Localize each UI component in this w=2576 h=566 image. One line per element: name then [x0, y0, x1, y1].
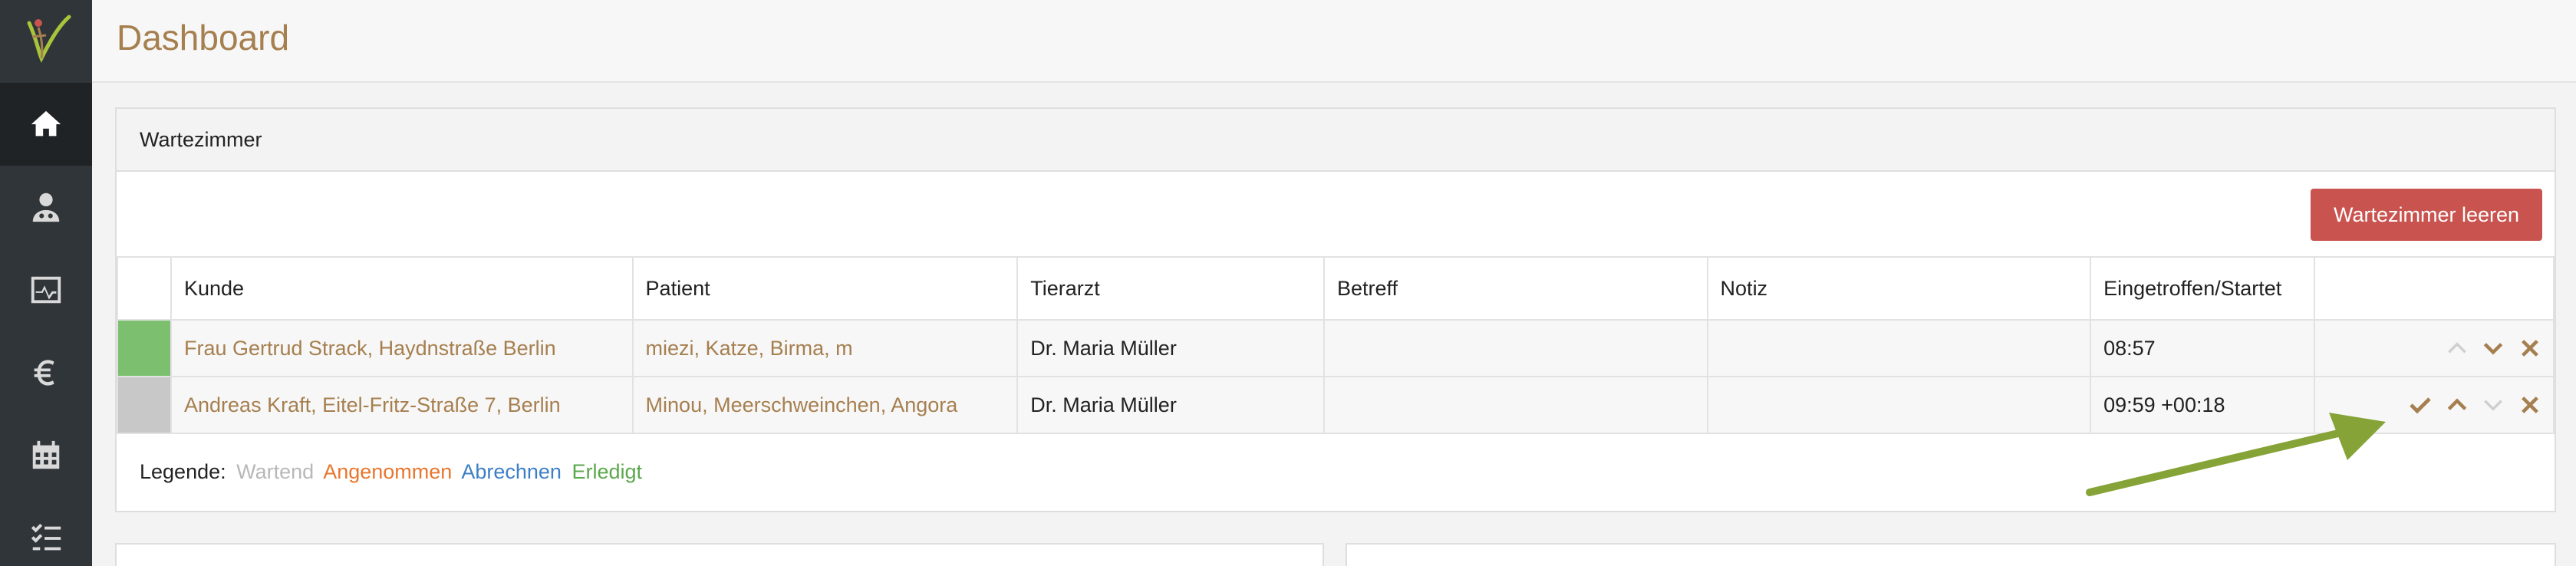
patient-link[interactable]: Minou, Meerschweinchen, Angora — [646, 393, 958, 416]
nav-tasks[interactable] — [0, 497, 92, 566]
chevron-up-icon — [2448, 342, 2466, 354]
legend-waiting: Wartend — [236, 460, 315, 483]
doctor-icon — [32, 193, 60, 222]
remove-button[interactable] — [2518, 336, 2542, 360]
column-header-arrival: Eingetroffen/Startet — [2090, 256, 2316, 321]
calendar-icon — [32, 440, 60, 469]
nav-doctor[interactable] — [0, 166, 92, 248]
status-indicator — [118, 377, 170, 433]
subject-cell — [1323, 319, 1708, 377]
logo-icon — [27, 15, 71, 63]
chevron-up-icon — [2447, 398, 2467, 411]
vet-cell: Dr. Maria Müller — [1016, 319, 1325, 377]
sidebar — [0, 0, 92, 566]
nav-calendar[interactable] — [0, 414, 92, 497]
legend-done: Erledigt — [572, 460, 642, 483]
close-icon — [2522, 397, 2538, 414]
clear-waiting-room-button[interactable]: Wartezimmer leeren — [2311, 189, 2542, 241]
column-header-vet: Tierarzt — [1016, 256, 1325, 321]
actions-cell — [2314, 319, 2555, 377]
accept-button[interactable] — [2408, 393, 2433, 417]
column-header-subject: Betreff — [1323, 256, 1708, 321]
move-up-button[interactable] — [2445, 393, 2469, 417]
note-cell — [1706, 376, 2092, 434]
legend-accepted: Angenommen — [323, 460, 453, 483]
nav-monitor[interactable] — [0, 248, 92, 331]
patient-cell: Minou, Meerschweinchen, Angora — [631, 376, 1019, 434]
check-icon — [2410, 397, 2432, 414]
move-down-button[interactable] — [2481, 393, 2505, 417]
arrival-time-cell: 09:59 +00:18 — [2090, 376, 2316, 434]
euro-icon — [34, 360, 54, 386]
customer-cell: Andreas Kraft, Eitel-Fritz-Straße 7, Ber… — [170, 376, 634, 434]
app-logo[interactable] — [0, 0, 92, 80]
customer-cell: Frau Gertrud Strack, Haydnstraße Berlin — [170, 319, 634, 377]
table-row: Andreas Kraft, Eitel-Fritz-Straße 7, Ber… — [117, 376, 2555, 434]
lower-panel-left — [115, 543, 1324, 566]
lower-panel-right — [1346, 543, 2556, 566]
customer-link[interactable]: Andreas Kraft, Eitel-Fritz-Straße 7, Ber… — [184, 393, 561, 416]
home-icon — [31, 110, 61, 137]
status-cell — [117, 319, 172, 377]
column-header-customer: Kunde — [170, 256, 634, 321]
waiting-room-table: Kunde Patient Tierarzt Betreff Notiz Ein… — [117, 256, 2555, 434]
panel-title: Wartezimmer — [117, 109, 2555, 172]
chevron-down-icon — [2484, 400, 2503, 412]
column-header-note: Notiz — [1706, 256, 2092, 321]
legend-billing: Abrechnen — [461, 460, 562, 483]
note-cell — [1706, 319, 2092, 377]
checklist-icon — [31, 523, 61, 551]
column-header-actions — [2314, 256, 2555, 321]
legend-label: Legende: — [140, 460, 226, 483]
table-header-row: Kunde Patient Tierarzt Betreff Notiz Ein… — [117, 256, 2555, 321]
status-legend: Legende: Wartend Angenommen Abrechnen Er… — [140, 460, 647, 484]
patient-cell: miezi, Katze, Birma, m — [631, 319, 1019, 377]
status-indicator — [118, 321, 170, 376]
top-header: Dashboard — [92, 0, 2576, 83]
waiting-room-panel: Wartezimmer Wartezimmer leeren Kunde Pat… — [115, 107, 2556, 512]
status-cell — [117, 376, 172, 434]
move-up-button[interactable] — [2445, 336, 2469, 360]
customer-link[interactable]: Frau Gertrud Strack, Haydnstraße Berlin — [184, 337, 556, 360]
patient-link[interactable]: miezi, Katze, Birma, m — [646, 337, 853, 360]
column-header-patient: Patient — [631, 256, 1019, 321]
remove-button[interactable] — [2518, 393, 2542, 417]
chevron-down-icon — [2484, 343, 2503, 355]
subject-cell — [1323, 376, 1708, 434]
monitor-chart-icon — [31, 276, 61, 304]
table-row: Frau Gertrud Strack, Haydnstraße Berlin … — [117, 319, 2555, 377]
actions-cell — [2314, 376, 2555, 434]
vet-cell: Dr. Maria Müller — [1016, 376, 1325, 434]
move-down-button[interactable] — [2481, 336, 2505, 360]
column-header-status — [117, 256, 172, 321]
page-title: Dashboard — [117, 18, 290, 58]
arrival-time-cell: 08:57 — [2090, 319, 2316, 377]
close-icon — [2522, 340, 2538, 357]
nav-billing[interactable] — [0, 331, 92, 414]
nav-home[interactable] — [0, 83, 92, 166]
